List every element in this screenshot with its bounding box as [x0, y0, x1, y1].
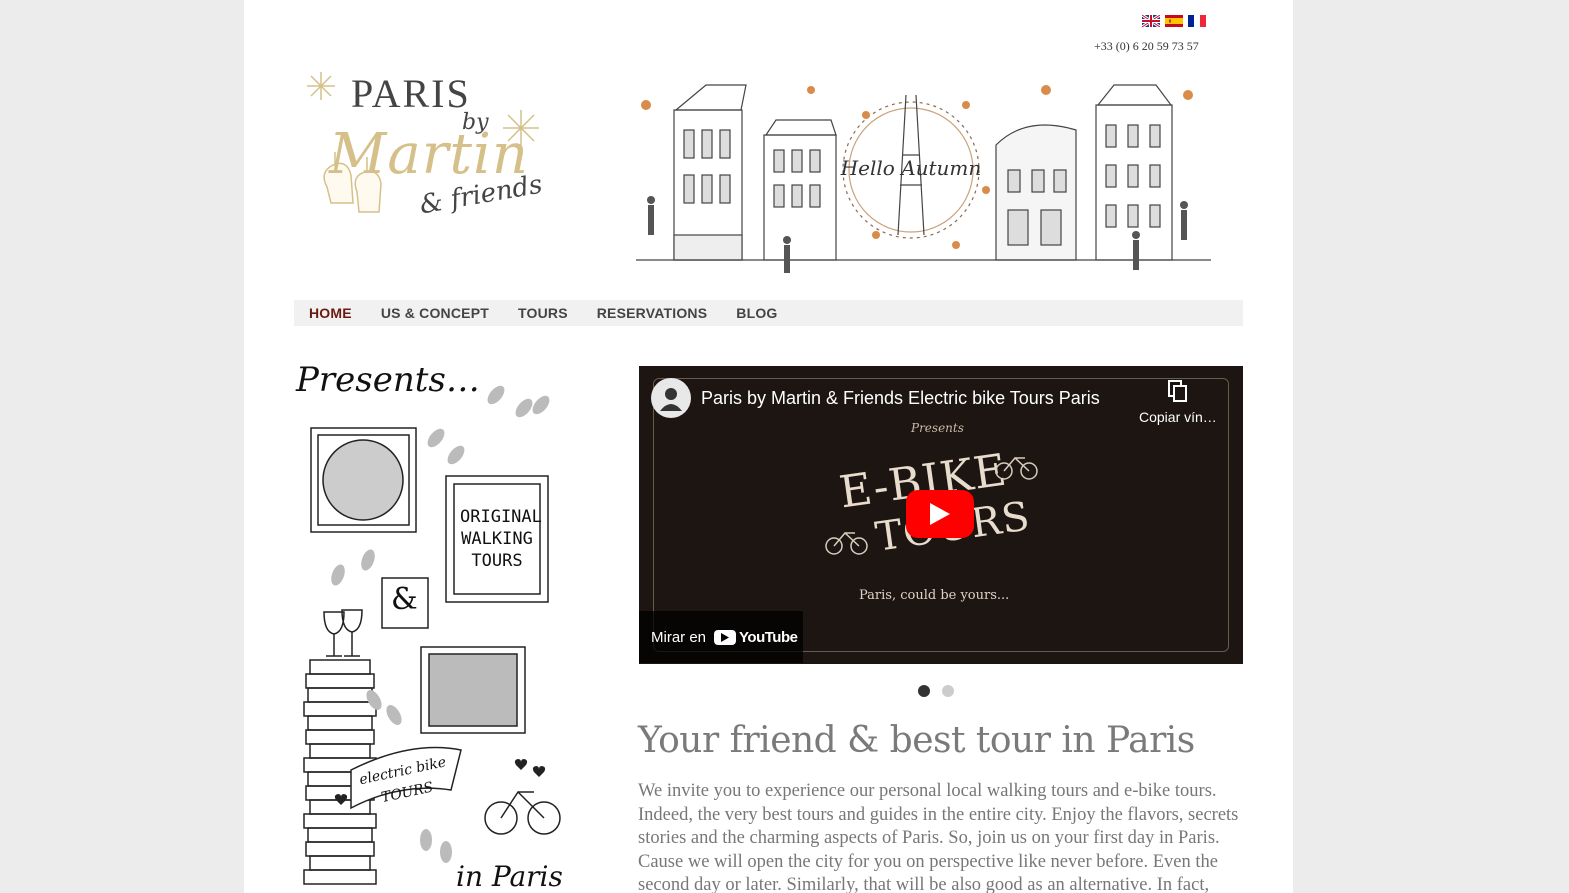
site-logo[interactable]: PARIS by Martin & friends: [299, 62, 549, 242]
logo-paris: PARIS: [351, 71, 471, 116]
slider-dot-1[interactable]: [918, 685, 930, 697]
watch-on-label: Mirar en: [651, 628, 707, 646]
nav-reservations[interactable]: RESERVATIONS: [582, 305, 722, 321]
in-paris-label: in Paris: [456, 860, 563, 893]
paris-street-illustration: Hello Autumn: [636, 84, 1211, 273]
main-nav: HOME US & CONCEPT TOURS RESERVATIONS BLO…: [294, 300, 1243, 326]
slider-dot-2[interactable]: [942, 685, 954, 697]
banner-hello-autumn: Hello Autumn: [840, 156, 982, 180]
tours-collage-icon: [303, 385, 561, 885]
youtube-logo: YouTube: [714, 628, 798, 646]
nav-us-concept[interactable]: US & CONCEPT: [366, 305, 503, 321]
ampersand-label: &: [391, 582, 418, 617]
nav-home[interactable]: HOME: [294, 305, 366, 321]
intro-paragraph: We invite you to experience our personal…: [638, 781, 1239, 893]
play-button[interactable]: [906, 490, 974, 538]
youtube-video-embed[interactable]: Paris by Martin & Friends Electric bike …: [639, 366, 1243, 664]
phone-number: +33 (0) 6 20 59 73 57: [1094, 39, 1199, 53]
watch-on-youtube-button[interactable]: Mirar en YouTube: [639, 611, 803, 663]
play-icon: [930, 503, 950, 525]
language-switcher: [1142, 15, 1206, 27]
french-flag-icon[interactable]: [1188, 15, 1206, 27]
nav-blog[interactable]: BLOG: [721, 305, 791, 321]
spanish-flag-icon[interactable]: [1165, 15, 1183, 27]
youtube-wordmark: YouTube: [739, 628, 798, 646]
nav-tours[interactable]: TOURS: [503, 305, 582, 321]
page: +33 (0) 6 20 59 73 57 PARIS by Martin & …: [244, 0, 1293, 893]
slider-pagination: [918, 685, 954, 697]
presents-illustration: Presents… ORIGINAL WALKING TOURS & elect…: [296, 360, 586, 893]
english-flag-icon[interactable]: [1142, 15, 1160, 27]
walking-tours-label: ORIGINAL WALKING TOURS: [460, 507, 542, 571]
page-headline: Your friend & best tour in Paris: [638, 720, 1195, 761]
youtube-icon: [714, 629, 737, 645]
video-tagline: Paris, could be yours...: [859, 588, 1010, 603]
